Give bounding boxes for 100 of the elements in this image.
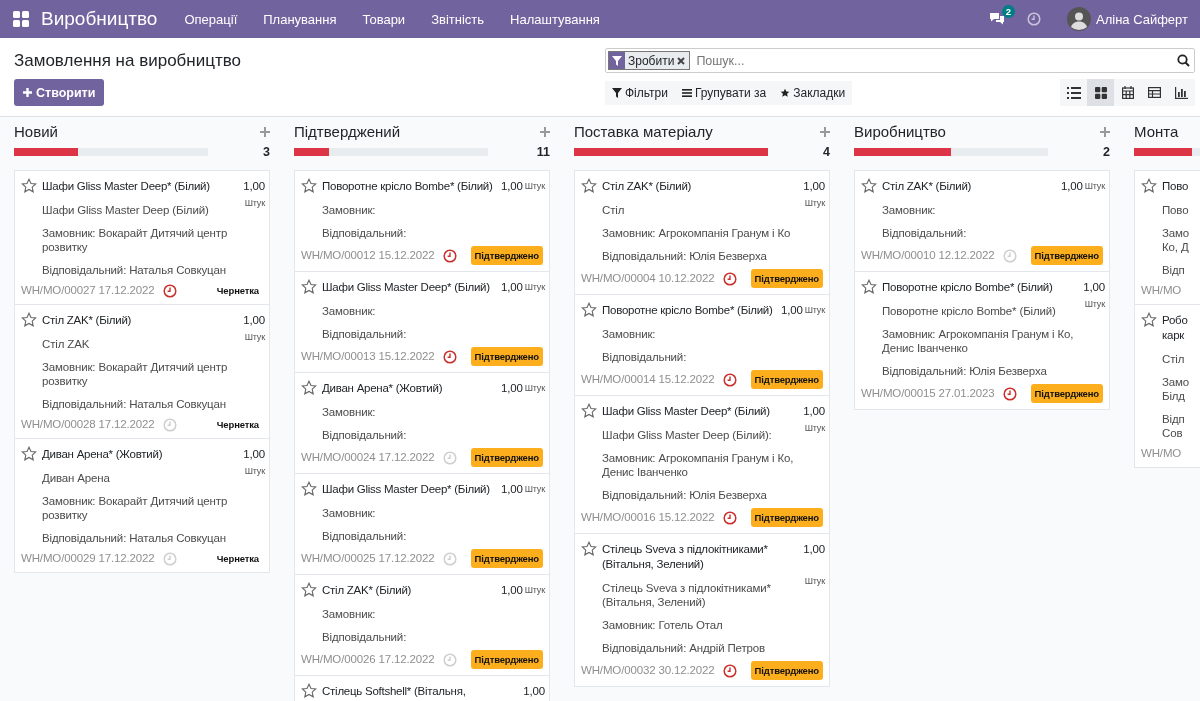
order-card[interactable]: Шафи Gliss Master Deep* (Білий) 1,00 Штук Шафи Gliss Master Deep (Білий) Замовник: Вокарайт Дитячий центр розвитку Відповідальний: Наталья Совкуцан WH/MO/00027 17.12.2022 Чернетка [14,171,270,305]
page-title: Замовлення на виробництво [14,50,243,71]
order-card[interactable]: Стіл ZAK* (Білий) 1,00 Штук Стіл ZAK Замовник: Вокарайт Дитячий центр розвитку Відповідальний: Наталья Совкуцан WH/MO/00028 17.12.2022 Чернетка [14,305,270,439]
clock-icon[interactable] [442,248,457,263]
order-card[interactable]: Стіл ZAK* (Білий) 1,00 Штук Замовник: Відповідальний: WH/MO/00010 12.12.2022 Підтверджено [854,171,1110,272]
star-icon[interactable] [21,446,37,462]
star-icon[interactable] [581,302,597,318]
chat-icon[interactable] [989,12,1005,26]
filters-button[interactable]: Фільтри [605,80,675,105]
create-button[interactable]: Створити [14,79,105,106]
clock-icon[interactable] [722,372,737,387]
product-description: Стіл [602,203,626,217]
star-icon[interactable] [301,582,317,598]
responsible-field: Відповідальний: [602,350,815,364]
search-field[interactable]: Зробити Пошук... [605,48,1195,73]
quantity: 1,00 [780,303,803,318]
plus-icon[interactable] [540,126,550,137]
product-description: Пово [1162,203,1190,217]
star-icon[interactable] [1141,312,1157,328]
responsible-field: Відповідальний: Андрій Петров [602,641,815,655]
star-icon[interactable] [861,178,877,194]
clock-icon[interactable] [162,283,177,298]
order-card[interactable]: Пово Пово Замо Ко, Д Відп WH/MO [1134,171,1200,305]
group-by-button[interactable]: Групувати за [675,80,774,105]
favorites-button[interactable]: Закладки [773,80,853,105]
order-card[interactable]: Поворотне крісло Bombe* (Білий) 1,00 Штук Поворотне крісло Bombe* (Білий) Замовник: Агрокомпанія Гранум і Ко, Денис Іванченко Відповідальний: Юлія Безверха WH/MO/00015 27.01.2023 Підтверджено [854,272,1110,410]
record-count: 2 [1103,145,1110,159]
menu-item[interactable]: Звітність [418,11,498,27]
list-view-icon [1066,86,1081,99]
user-menu[interactable]: Аліна Сайферт [1067,7,1188,31]
order-reference: WH/MO/00027 17.12.2022 [21,283,155,298]
apps-menu-button[interactable] [13,11,29,27]
unit-label: Штук [804,575,825,588]
star-icon[interactable] [1141,178,1157,194]
table-view-icon [1148,87,1161,98]
status-badge: Підтверджено [470,650,543,669]
star-icon[interactable] [301,481,317,497]
product-name: Шафи Gliss Master Deep* (Білий) [42,179,211,194]
customer-field: Замовник: [322,405,535,419]
plus-icon [23,88,32,97]
user-avatar [1067,7,1091,31]
order-card[interactable]: Поворотне крісло Bombe* (Білий) 1,00 Штук Замовник: Відповідальний: WH/MO/00012 15.12.2022 Підтверджено [294,171,550,272]
order-reference: WH/MO [1141,446,1182,461]
unit-label: Штук [524,180,545,193]
order-card[interactable]: Шафи Gliss Master Deep* (Білий) 1,00 Штук Замовник: Відповідальний: WH/MO/00025 17.12.2022 Підтверджено [294,474,550,575]
star-icon[interactable] [21,178,37,194]
responsible-field: Відповідальний: Юлія Безверха [602,249,815,263]
unit-label: Штук [524,281,545,294]
activity-clock-icon[interactable] [1027,12,1041,26]
order-card[interactable]: Поворотне крісло Bombe* (Білий) 1,00 Штук Замовник: Відповідальний: WH/MO/00014 15.12.2022 Підтверджено [574,295,830,396]
star-icon[interactable] [861,279,877,295]
star-icon[interactable] [581,541,597,557]
clock-icon[interactable] [722,663,737,678]
unit-label: Штук [1084,180,1105,193]
status-badge: Підтверджено [470,448,543,467]
column-title: Підтверджений [294,123,401,140]
star-icon[interactable] [301,178,317,194]
star-icon[interactable] [581,178,597,194]
customer-field: Замовник: Вокарайт Дитячий центр розвитку [42,226,255,254]
order-reference: WH/MO [1141,283,1182,298]
order-card[interactable]: Стіл ZAK* (Білий) 1,00 Штук Стіл Замовник: Агрокомпанія Гранум і Ко Відповідальний: Юлія Безверха WH/MO/00004 10.12.2022 Підтверджено [574,171,830,295]
search-icon[interactable] [1177,54,1190,67]
view-switch-button[interactable] [1087,79,1114,106]
star-icon[interactable] [21,312,37,328]
quantity: 1,00 [523,684,545,699]
remove-icon[interactable] [677,56,686,65]
clock-icon[interactable] [1002,386,1017,401]
responsible-field: Відповідальний: [322,428,535,442]
customer-field: Замовник: Агрокомпанія Гранум і Ко [602,226,815,240]
status-badge: Підтверджено [1030,384,1103,403]
star-icon[interactable] [301,279,317,295]
menu-item[interactable]: Налаштування [497,11,613,27]
clock-icon[interactable] [722,510,737,525]
product-name: Диван Арена* (Жовтий) [42,447,164,462]
clock-icon[interactable] [722,271,737,286]
plus-icon[interactable] [260,126,270,137]
menu-item[interactable]: Планування [250,11,350,27]
star-icon[interactable] [581,403,597,419]
menu-item[interactable]: Товари [349,11,419,27]
plus-icon[interactable] [1100,126,1110,137]
order-card[interactable]: Диван Арена* (Жовтий) 1,00 Штук Диван Арена Замовник: Вокарайт Дитячий центр розвитку Відповідальний: Наталья Совкуцан WH/MO/00029 17.12.2022 Чернетка [14,439,270,573]
order-card[interactable]: Шафи Gliss Master Deep* (Білий) 1,00 Штук Замовник: Відповідальний: WH/MO/00013 15.12.2022 Підтверджено [294,272,550,373]
unit-label: Штук [1084,298,1105,311]
plus-icon[interactable] [820,126,830,137]
star-icon[interactable] [301,683,317,699]
order-card[interactable]: Шафи Gliss Master Deep* (Білий) 1,00 Штук Шафи Gliss Master Deep (Білий): Замовник: Агрокомпанія Гранум і Ко, Денис Іванченко Відповідальний: Юлія Безверха WH/MO/00016 15.12.2022 Підтверджено [574,396,830,534]
order-card[interactable]: Робо карк Стіл Замо Білд Відп Сов WH/MO [1134,305,1200,468]
column-title: Монта [1134,123,1179,140]
filter-facet[interactable]: Зробити [608,51,691,70]
unit-label: Штук [804,304,825,317]
clock-icon[interactable] [442,349,457,364]
menu-item[interactable]: Операції [171,11,251,27]
order-card[interactable]: Стілець Softshell* (Вітальня, 1,00 [294,676,550,701]
star-icon[interactable] [301,380,317,396]
order-card[interactable]: Стіл ZAK* (Білий) 1,00 Штук Замовник: Відповідальний: WH/MO/00026 17.12.2022 Підтверджено [294,575,550,676]
customer-field: Замовник: [882,203,1095,217]
order-card[interactable]: Диван Арена* (Жовтий) 1,00 Штук Замовник: Відповідальний: WH/MO/00024 17.12.2022 Підтверджено [294,373,550,474]
product-description: Стіл [1162,352,1186,366]
status-label: Чернетка [216,418,259,432]
order-card[interactable] [574,534,830,687]
